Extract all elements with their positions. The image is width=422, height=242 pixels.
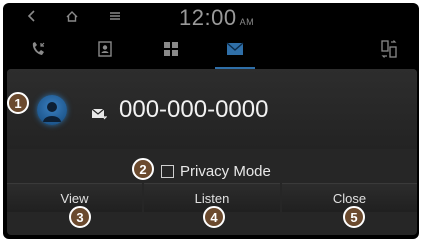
callout-2: 2 xyxy=(132,158,154,180)
callout-4: 4 xyxy=(203,206,225,228)
call-log-icon xyxy=(29,40,49,63)
close-label: Close xyxy=(332,190,367,206)
view-label: View xyxy=(60,190,89,206)
screen: 12:00 AM 000-000-0000 Privacy Mode View … xyxy=(3,3,419,239)
home-icon[interactable] xyxy=(65,9,79,26)
clock-time: 12:00 xyxy=(179,5,237,30)
privacy-label: Privacy Mode xyxy=(180,163,271,180)
mail-icon xyxy=(91,107,108,125)
callout-1: 1 xyxy=(7,92,29,114)
privacy-mode-toggle[interactable]: Privacy Mode xyxy=(161,163,271,180)
phone-switch-icon xyxy=(379,39,399,64)
tab-favorites[interactable] xyxy=(141,35,201,67)
avatar-icon xyxy=(37,95,67,125)
clock-ampm: AM xyxy=(239,17,255,27)
contacts-icon xyxy=(96,40,114,63)
tab-messages[interactable] xyxy=(205,35,265,69)
grid-icon xyxy=(163,41,179,62)
callout-3: 3 xyxy=(69,206,91,228)
message-icon xyxy=(226,41,244,61)
phone-number: 000-000-0000 xyxy=(119,96,269,123)
privacy-checkbox[interactable] xyxy=(161,165,174,178)
status-bar: 12:00 AM xyxy=(3,3,419,35)
callout-5: 5 xyxy=(343,206,365,228)
tab-bar xyxy=(3,35,419,69)
back-icon[interactable] xyxy=(27,9,37,26)
tab-phone-switch[interactable] xyxy=(359,35,419,67)
clock: 12:00 AM xyxy=(179,5,254,31)
menu-icon[interactable] xyxy=(109,9,121,26)
listen-label: Listen xyxy=(194,190,230,206)
tab-contacts[interactable] xyxy=(75,35,135,67)
tab-call-log[interactable] xyxy=(9,35,69,67)
